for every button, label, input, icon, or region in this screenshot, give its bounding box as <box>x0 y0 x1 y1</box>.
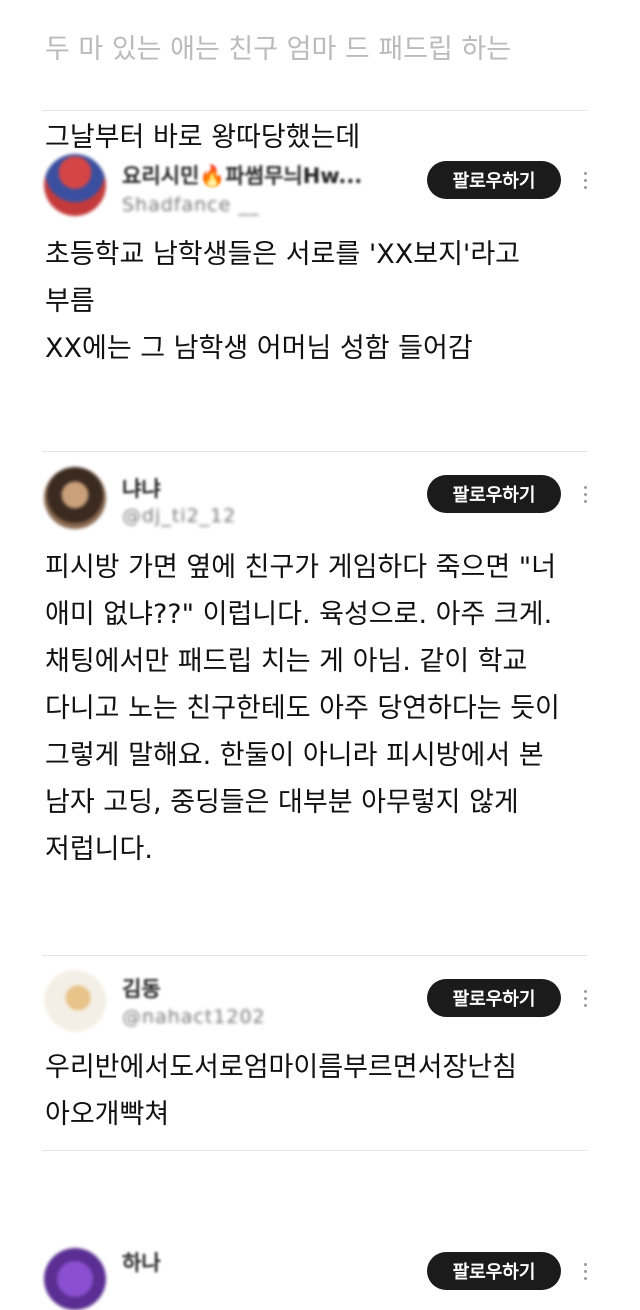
avatar[interactable] <box>44 467 106 529</box>
username[interactable]: 하나 <box>122 1247 161 1277</box>
more-vertical-icon[interactable] <box>576 161 594 199</box>
follow-button[interactable]: 팔로우하기 <box>427 161 561 199</box>
comment-text: 피시방 가면 옆에 친구가 게임하다 죽으면 "너 애미 없냐??" 이럽니다.… <box>45 552 560 865</box>
divider <box>42 451 587 452</box>
more-vertical-icon[interactable] <box>576 979 594 1017</box>
user-handle: @dj_ti2_12 <box>122 505 237 527</box>
user-handle: Shadfance __ <box>122 194 260 216</box>
avatar[interactable] <box>44 154 106 216</box>
divider <box>42 110 587 111</box>
more-vertical-icon[interactable] <box>576 1252 594 1290</box>
username[interactable]: 냐냐 <box>122 473 161 503</box>
avatar[interactable] <box>44 1248 106 1310</box>
previous-post-last-line: 그날부터 바로 왕따당했는데 <box>45 122 361 153</box>
divider <box>42 1150 587 1151</box>
user-handle: @nahact1202 <box>122 1006 266 1028</box>
username[interactable]: 김동 <box>122 973 161 1003</box>
previous-post-cut-line: 두 마 있는 애는 친구 엄마 드 패드립 하는 <box>45 34 512 65</box>
follow-button[interactable]: 팔로우하기 <box>427 979 561 1017</box>
comment-text: 우리반에서도서로엄마이름부르면서장난침 아오개빡쳐 <box>45 1052 517 1130</box>
username[interactable]: 요리시민🔥파썸무늬Hw... <box>122 160 362 190</box>
follow-button[interactable]: 팔로우하기 <box>427 475 561 513</box>
more-vertical-icon[interactable] <box>576 475 594 513</box>
comment-text: 초등학교 남학생들은 서로를 'XX보지'라고 부름 XX에는 그 남학생 어머… <box>45 239 521 364</box>
avatar[interactable] <box>44 970 106 1032</box>
follow-button[interactable]: 팔로우하기 <box>427 1252 561 1290</box>
divider <box>42 955 587 956</box>
